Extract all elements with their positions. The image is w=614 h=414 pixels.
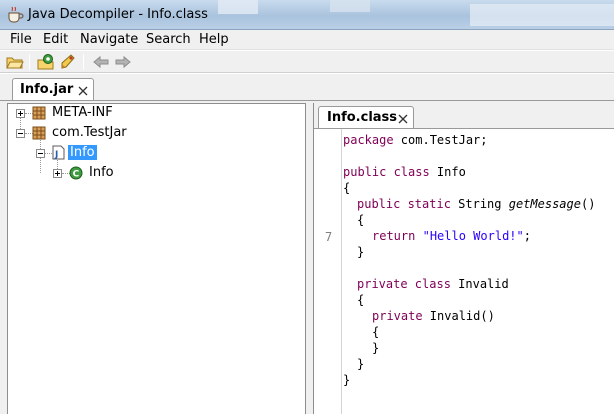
svg-text:C: C (73, 170, 80, 180)
toolbar (0, 51, 614, 73)
code-line: return "Hello World!"; (372, 229, 531, 243)
code-line: { (343, 181, 351, 195)
tree-item-com-testjar[interactable]: com.TestJar (10, 124, 210, 142)
code-line: private class Invalid (357, 277, 509, 291)
close-icon[interactable] (397, 113, 409, 125)
line-number: 7 (325, 230, 333, 244)
code-line: { (357, 213, 365, 227)
menu-search[interactable]: Search (146, 32, 191, 47)
code-line: { (372, 325, 380, 339)
search-rocket-icon[interactable] (59, 53, 77, 71)
file-tab-strip: Info.jar (0, 74, 614, 101)
package-icon (32, 126, 46, 140)
expand-icon[interactable] (53, 169, 62, 178)
collapse-icon[interactable] (36, 149, 45, 158)
code-line: } (357, 245, 365, 259)
menu-file[interactable]: File (10, 32, 32, 47)
code-line: } (357, 357, 365, 371)
menu-bar: File Edit Navigate Search Help (0, 30, 614, 50)
class-icon: C (69, 166, 83, 180)
open-type-icon[interactable] (37, 53, 55, 71)
tree-item-meta-inf[interactable]: META-INF (10, 104, 210, 122)
code-line: } (372, 341, 380, 355)
line-number-gutter (314, 129, 342, 414)
title-bar: Java Decompiler - Info.class (0, 0, 614, 30)
package-icon (32, 106, 46, 120)
coffee-cup-icon (8, 6, 24, 23)
tree-item-info-class[interactable]: C Info (47, 164, 247, 182)
tree-item-info-file[interactable]: J Info (30, 144, 230, 162)
code-line: package com.TestJar; (343, 133, 488, 147)
tab-info-jar[interactable]: Info.jar (12, 78, 94, 101)
code-line: public static String getMessage() (357, 197, 596, 211)
code-line: } (343, 373, 351, 387)
svg-text:J: J (54, 150, 58, 160)
expand-icon[interactable] (16, 109, 25, 118)
tree-item-label: com.TestJar (52, 125, 127, 140)
window-title: Java Decompiler - Info.class (28, 7, 208, 22)
java-file-icon: J (52, 145, 65, 160)
code-line: private Invalid() (372, 309, 495, 323)
code-line: public class Info (343, 165, 466, 179)
menu-help[interactable]: Help (199, 32, 229, 47)
tab-info-class[interactable]: Info.class (318, 106, 414, 128)
collapse-icon[interactable] (16, 129, 25, 138)
code-line: { (357, 293, 365, 307)
back-arrow-icon[interactable] (92, 53, 110, 71)
menu-edit[interactable]: Edit (43, 32, 68, 47)
forward-arrow-icon[interactable] (114, 53, 132, 71)
tree-item-label: Info (89, 165, 114, 180)
panel-splitter[interactable] (306, 103, 313, 414)
tree-item-label: Info (68, 145, 97, 160)
open-folder-icon[interactable] (6, 53, 24, 71)
menu-navigate[interactable]: Navigate (80, 32, 138, 47)
tab-label: Info.class (327, 110, 398, 125)
tab-label: Info.jar (20, 82, 74, 97)
close-icon[interactable] (77, 85, 89, 97)
tree-item-label: META-INF (52, 105, 113, 120)
